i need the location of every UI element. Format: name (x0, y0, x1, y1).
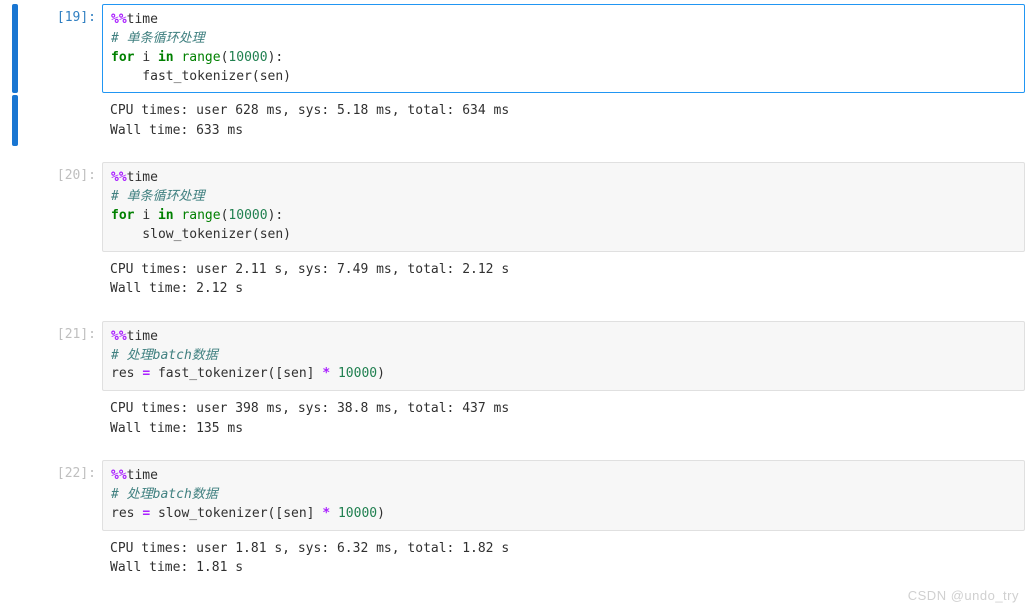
input-prompt: [21]: (22, 321, 102, 392)
magic-percent: %% (111, 170, 127, 185)
output-wrapper: CPU times: user 2.11 s, sys: 7.49 ms, to… (102, 254, 1025, 305)
code-editor[interactable]: %%time # 单条循环处理 for i in range(10000): s… (102, 162, 1025, 251)
magic-name: time (127, 170, 158, 185)
loop-var: i (142, 50, 150, 65)
exec-count: 19 (65, 10, 81, 25)
code-cell: [21]: %%time # 处理batch数据 res = fast_toke… (8, 321, 1025, 392)
watermark-text: CSDN @undo_try (908, 588, 1019, 603)
input-prompt: [19]: (22, 4, 102, 93)
code-editor[interactable]: %%time # 处理batch数据 res = fast_tokenizer(… (102, 321, 1025, 392)
input-wrapper[interactable]: %%time # 单条循环处理 for i in range(10000): s… (102, 162, 1025, 251)
assign-target: res (111, 506, 142, 521)
output-cell: CPU times: user 398 ms, sys: 38.8 ms, to… (8, 393, 1025, 444)
output-prompt (22, 95, 102, 146)
for-keyword: for (111, 50, 134, 65)
selection-gutter (8, 95, 22, 146)
assign-target: res (111, 366, 142, 381)
eq-operator: = (142, 366, 150, 381)
stdout-text: CPU times: user 1.81 s, sys: 6.32 ms, to… (102, 533, 1025, 584)
output-prompt (22, 533, 102, 584)
exec-count: 20 (65, 168, 81, 183)
mul-operator: * (322, 506, 330, 521)
selection-gutter (8, 254, 22, 305)
selection-gutter (8, 4, 22, 93)
call-close: ) (377, 506, 385, 521)
range-builtin: range (181, 50, 220, 65)
exec-count: 21 (65, 327, 81, 342)
output-wrapper: CPU times: user 1.81 s, sys: 6.32 ms, to… (102, 533, 1025, 584)
selection-gutter (8, 533, 22, 584)
input-wrapper[interactable]: %%time # 处理batch数据 res = fast_tokenizer(… (102, 321, 1025, 392)
output-cell: CPU times: user 628 ms, sys: 5.18 ms, to… (8, 95, 1025, 146)
selection-gutter (8, 321, 22, 392)
in-keyword: in (158, 208, 174, 223)
input-prompt: [22]: (22, 460, 102, 531)
call-close: ) (377, 366, 385, 381)
magic-percent: %% (111, 329, 127, 344)
call-line: slow_tokenizer(sen) (111, 227, 291, 242)
output-cell: CPU times: user 1.81 s, sys: 6.32 ms, to… (8, 533, 1025, 584)
call-expr: fast_tokenizer([sen] (150, 366, 322, 381)
output-wrapper: CPU times: user 398 ms, sys: 38.8 ms, to… (102, 393, 1025, 444)
call-line: fast_tokenizer(sen) (111, 69, 291, 84)
output-wrapper: CPU times: user 628 ms, sys: 5.18 ms, to… (102, 95, 1025, 146)
range-arg: 10000 (228, 208, 267, 223)
magic-name: time (127, 329, 158, 344)
selection-gutter (8, 460, 22, 531)
in-keyword: in (158, 50, 174, 65)
output-cell: CPU times: user 2.11 s, sys: 7.49 ms, to… (8, 254, 1025, 305)
magic-percent: %% (111, 468, 127, 483)
num-literal: 10000 (330, 506, 377, 521)
code-cell: [20]: %%time # 单条循环处理 for i in range(100… (8, 162, 1025, 251)
selection-gutter (8, 393, 22, 444)
exec-count: 22 (65, 466, 81, 481)
code-comment: # 单条循环处理 (111, 189, 205, 204)
input-wrapper[interactable]: %%time # 单条循环处理 for i in range(10000): f… (102, 4, 1025, 93)
output-prompt (22, 254, 102, 305)
stdout-text: CPU times: user 2.11 s, sys: 7.49 ms, to… (102, 254, 1025, 305)
selection-gutter (8, 162, 22, 251)
input-prompt: [20]: (22, 162, 102, 251)
code-cell: [19]: %%time # 单条循环处理 for i in range(100… (8, 4, 1025, 93)
mul-operator: * (322, 366, 330, 381)
stdout-text: CPU times: user 628 ms, sys: 5.18 ms, to… (102, 95, 1025, 146)
code-comment: # 处理batch数据 (111, 487, 218, 502)
num-literal: 10000 (330, 366, 377, 381)
magic-name: time (127, 12, 158, 27)
code-comment: # 单条循环处理 (111, 31, 205, 46)
magic-percent: %% (111, 12, 127, 27)
call-expr: slow_tokenizer([sen] (150, 506, 322, 521)
code-cell: [22]: %%time # 处理batch数据 res = slow_toke… (8, 460, 1025, 531)
code-comment: # 处理batch数据 (111, 348, 218, 363)
range-builtin: range (181, 208, 220, 223)
stdout-text: CPU times: user 398 ms, sys: 38.8 ms, to… (102, 393, 1025, 444)
output-prompt (22, 393, 102, 444)
eq-operator: = (142, 506, 150, 521)
for-keyword: for (111, 208, 134, 223)
input-wrapper[interactable]: %%time # 处理batch数据 res = slow_tokenizer(… (102, 460, 1025, 531)
loop-var: i (142, 208, 150, 223)
range-arg: 10000 (228, 50, 267, 65)
code-editor[interactable]: %%time # 单条循环处理 for i in range(10000): f… (103, 5, 1024, 92)
code-editor[interactable]: %%time # 处理batch数据 res = slow_tokenizer(… (102, 460, 1025, 531)
magic-name: time (127, 468, 158, 483)
